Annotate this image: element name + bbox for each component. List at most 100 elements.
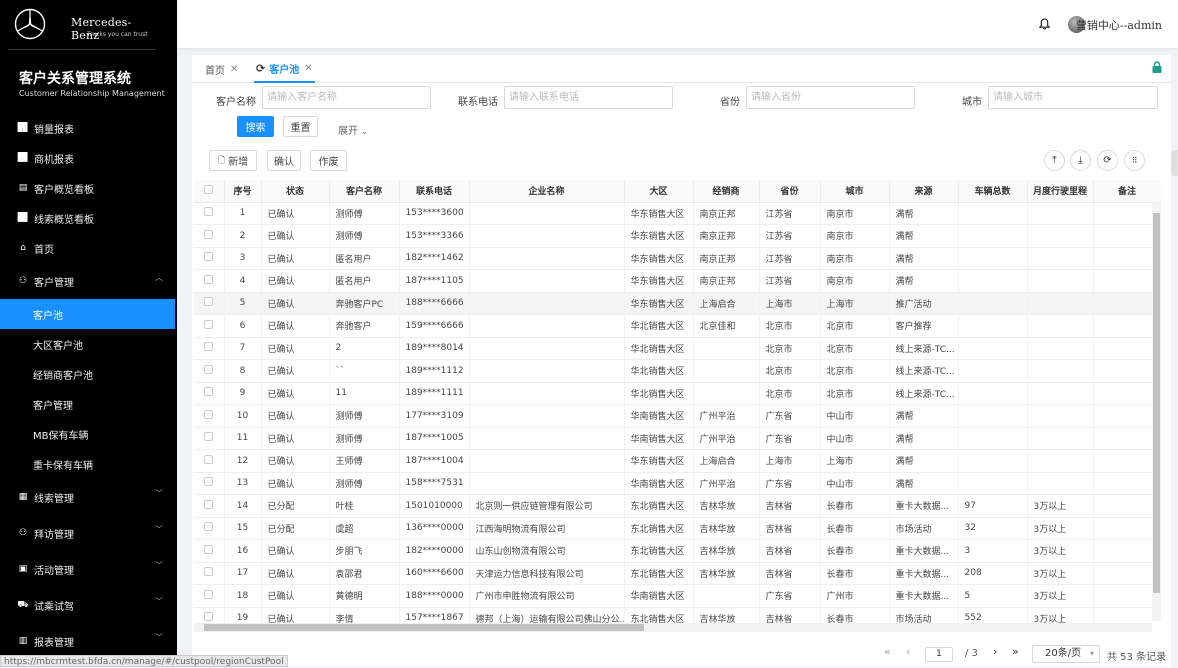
column-header[interactable]: 车辆总数 — [958, 180, 1028, 203]
row-checkbox[interactable] — [204, 567, 214, 577]
scroll-thumb[interactable] — [204, 624, 644, 631]
row-checkbox[interactable] — [204, 364, 214, 374]
next-page-icon[interactable]: › — [993, 645, 997, 658]
column-header[interactable]: 城市 — [820, 180, 890, 203]
column-header[interactable]: 联系电话 — [399, 180, 470, 203]
last-page-icon[interactable]: » — [1012, 645, 1019, 658]
table-row[interactable]: 10 已确认 测师傅 177****3109 华南销售大区 广州平治 广东省 中山市 满帮 — [194, 404, 1161, 428]
logo[interactable]: Mercedes-Benz Trucks you can trust — [8, 0, 156, 50]
table-row[interactable]: 13 已确认 测师傅 158****7531 华南销售大区 广州平治 广东省 中山市 满帮 — [194, 472, 1161, 495]
bell-icon[interactable] — [1039, 18, 1050, 30]
row-checkbox[interactable] — [204, 207, 214, 217]
sidebar-item-3[interactable]: 📉 线索概览看板 — [0, 203, 177, 233]
table-row[interactable]: 19 已确认 李倩 157****1867 德邦（上海）运输有限公司佛山分公... 东北销… — [194, 607, 1161, 624]
reset-button[interactable]: 重置 — [283, 116, 318, 137]
page-size-select[interactable]: 20条/页 ▾ — [1032, 645, 1100, 663]
row-checkbox[interactable] — [204, 612, 214, 622]
sidebar-item-8[interactable]: 经销商客户池 — [0, 359, 177, 389]
city-input[interactable] — [988, 86, 1158, 109]
column-header[interactable]: 序号 — [224, 180, 262, 203]
sidebar-item-12[interactable]: ▦ 线索管理 ﹀ — [0, 479, 177, 515]
table-row[interactable]: 4 已确认 匿名用户 187****1105 华东销售大区 南京正邦 江苏省 南京市 满帮 — [194, 269, 1161, 293]
row-checkbox-cell[interactable] — [194, 539, 225, 563]
tab-customer-pool[interactable]: ⟳ 客户池 ✕ — [254, 55, 315, 83]
row-checkbox-cell[interactable] — [194, 247, 225, 270]
lock-icon[interactable] — [1151, 61, 1163, 73]
row-checkbox-cell[interactable] — [194, 517, 225, 540]
expand-link[interactable]: 展开 ⌄ — [338, 122, 368, 137]
row-checkbox-cell[interactable] — [194, 562, 225, 585]
scroll-thumb[interactable] — [1153, 213, 1160, 593]
row-checkbox[interactable] — [204, 477, 214, 487]
sidebar-item-1[interactable]: 📈 商机报表 — [0, 143, 177, 173]
table-row[interactable]: 12 已确认 王师傅 187****1004 华东销售大区 上海启合 上海市 上海市 满帮 — [194, 449, 1161, 473]
row-checkbox[interactable] — [204, 342, 214, 352]
table-row[interactable]: 7 已确认 2 189****8014 华北销售大区 北京市 北京市 线上来源-TC... — [194, 337, 1161, 360]
sidebar-item-5[interactable]: ⚇ 客户管理 ︿ — [0, 263, 177, 299]
column-header[interactable]: 状态 — [261, 180, 330, 203]
sidebar-item-6[interactable]: 客户池 — [0, 299, 175, 329]
row-checkbox[interactable] — [204, 522, 214, 532]
row-checkbox[interactable] — [204, 229, 214, 239]
sidebar-item-13[interactable]: ⚇ 拜访管理 ﹀ — [0, 515, 177, 551]
table-row[interactable]: 5 已确认 奔驰客户PC 188****6666 华东销售大区 上海启合 上海市 上海市 推广活… — [194, 292, 1161, 315]
row-checkbox-cell[interactable] — [194, 607, 225, 624]
table-row[interactable]: 16 已确认 步朋飞 182****0000 山东山创物流有限公司 东北销售大区 吉林华放吉… — [194, 539, 1161, 563]
table-row[interactable]: 11 已确认 测师傅 187****1005 华南销售大区 广州平治 广东省 中山市 满帮 — [194, 427, 1161, 450]
table-row[interactable]: 14 已分配 叶桂 1501010000 北京则一供应链管理有限公司 东北销售大区 吉林华放… — [194, 494, 1161, 518]
row-checkbox-cell[interactable] — [194, 292, 225, 315]
sidebar-item-2[interactable]: ▤ 客户概览看板 — [0, 173, 177, 203]
table-row[interactable]: 1 已确认 测师傅 153****3600 华东销售大区 南京正邦 江苏省 南京市 满帮 — [194, 202, 1161, 225]
column-header[interactable]: 企业名称 — [469, 180, 625, 203]
select-all-checkbox[interactable] — [204, 184, 214, 194]
column-header[interactable]: 省份 — [759, 180, 821, 203]
add-button[interactable]: 🗋 新增 — [209, 150, 257, 171]
customer-name-input[interactable] — [262, 86, 431, 109]
export-top-icon[interactable]: ⤒ — [1044, 150, 1065, 171]
sidebar-item-0[interactable]: 📊 销量报表 — [0, 113, 177, 143]
row-checkbox-cell[interactable] — [194, 224, 225, 248]
side-drawer-handle[interactable] — [1171, 150, 1178, 176]
sidebar-item-7[interactable]: 大区客户池 — [0, 329, 177, 359]
row-checkbox-cell[interactable] — [194, 449, 225, 473]
page-number-input[interactable]: 1 — [925, 647, 953, 662]
sidebar-item-10[interactable]: MB保有车辆 — [0, 419, 177, 449]
column-header[interactable]: 月度行驶里程 — [1027, 180, 1094, 203]
grid-settings-icon[interactable]: ⠿ — [1124, 150, 1145, 171]
row-checkbox[interactable] — [204, 544, 214, 554]
row-checkbox[interactable] — [204, 319, 214, 329]
row-checkbox-cell[interactable] — [194, 404, 225, 428]
column-header[interactable]: 大区 — [624, 180, 694, 203]
phone-input[interactable] — [504, 86, 673, 109]
sidebar-item-11[interactable]: 重卡保有车辆 — [0, 449, 177, 479]
table-row[interactable]: 3 已确认 匿名用户 182****1462 华东销售大区 南京正邦 江苏省 南京市 满帮 — [194, 247, 1161, 270]
void-button[interactable]: 作废 — [310, 150, 347, 171]
row-checkbox[interactable] — [204, 274, 214, 284]
sidebar-item-16[interactable]: ▥ 报表管理 ﹀ — [0, 623, 177, 659]
row-checkbox-cell[interactable] — [194, 472, 225, 495]
sidebar-item-14[interactable]: ▣ 活动管理 ﹀ — [0, 551, 177, 587]
row-checkbox[interactable] — [204, 409, 214, 419]
close-icon[interactable]: ✕ — [230, 64, 238, 75]
row-checkbox[interactable] — [204, 297, 214, 307]
row-checkbox-cell[interactable] — [194, 337, 225, 360]
search-button[interactable]: 搜索 — [237, 116, 274, 137]
sidebar-item-9[interactable]: 客户管理 — [0, 389, 177, 419]
row-checkbox-cell[interactable] — [194, 584, 225, 608]
table-row[interactable]: 18 已确认 黄德明 188****0000 广州市申胜物流有限公司 华南销售大区 广东省广… — [194, 584, 1161, 608]
prev-page-icon[interactable]: ‹ — [906, 645, 910, 658]
download-icon[interactable]: ⤓ — [1070, 150, 1091, 171]
row-checkbox[interactable] — [204, 432, 214, 442]
row-checkbox-cell[interactable] — [194, 269, 225, 293]
row-checkbox-cell[interactable] — [194, 427, 225, 450]
vertical-scrollbar[interactable] — [1152, 201, 1161, 621]
row-checkbox-cell[interactable] — [194, 494, 225, 518]
row-checkbox-cell[interactable] — [194, 202, 225, 225]
column-header[interactable]: 来源 — [889, 180, 959, 203]
row-checkbox[interactable] — [204, 589, 214, 599]
table-row[interactable]: 15 已分配 虞超 136****0000 江西海明物流有限公司 东北销售大区 吉林华放 吉林… — [194, 517, 1161, 540]
first-page-icon[interactable]: « — [884, 645, 891, 658]
row-checkbox[interactable] — [204, 252, 214, 262]
tab-home[interactable]: 首页 ✕ — [205, 55, 238, 83]
refresh-icon[interactable]: ⟳ — [256, 62, 265, 75]
